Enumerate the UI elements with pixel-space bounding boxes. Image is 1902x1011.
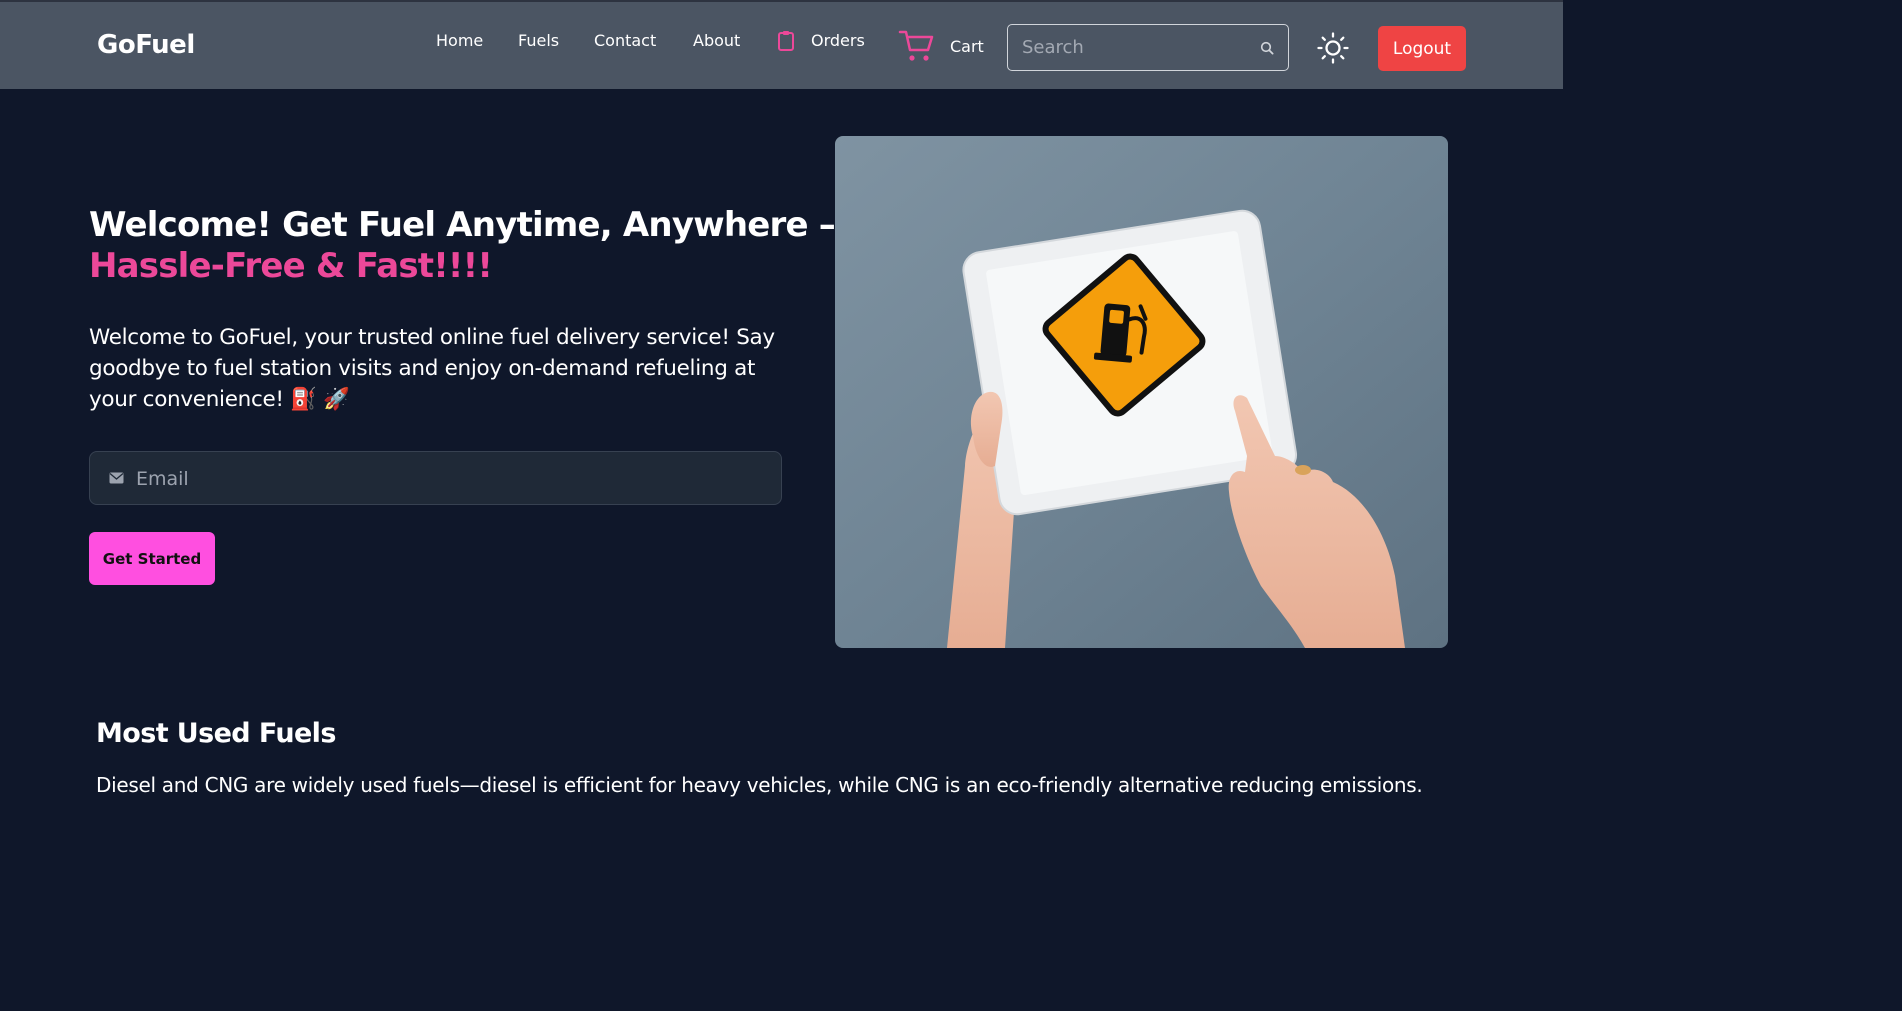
email-field-container (89, 451, 782, 505)
email-input[interactable] (134, 464, 754, 494)
hero-title-highlight: Hassle-Free & Fast!!!! (89, 246, 493, 286)
navbar: GoFuel Home Fuels Contact About Orders C… (0, 0, 1563, 89)
hero-image (835, 136, 1448, 648)
envelope-icon (109, 472, 124, 484)
search-input[interactable] (1020, 33, 1250, 61)
tablet-fuel-sign-illustration (835, 136, 1448, 648)
nav-link-home[interactable]: Home (436, 31, 483, 50)
nav-link-orders[interactable]: Orders (811, 31, 865, 50)
clipboard-icon[interactable] (777, 30, 795, 52)
get-started-button[interactable]: Get Started (89, 532, 215, 585)
cart-link[interactable]: Cart (950, 37, 984, 56)
nav-link-contact[interactable]: Contact (594, 31, 656, 50)
hero-title-line1: Welcome! Get Fuel Anytime, Anywhere – (89, 205, 836, 245)
logout-button[interactable]: Logout (1378, 26, 1466, 71)
nav-link-about[interactable]: About (693, 31, 740, 50)
sun-icon[interactable] (1317, 32, 1349, 64)
hero-description: Welcome to GoFuel, your trusted online f… (89, 325, 775, 412)
brand-logo[interactable]: GoFuel (97, 30, 195, 60)
section-description: Diesel and CNG are widely used fuels—die… (96, 773, 1423, 797)
hero-title: Welcome! Get Fuel Anytime, Anywhere – Ha… (89, 205, 836, 287)
search-box (1007, 24, 1289, 71)
section-title: Most Used Fuels (96, 718, 336, 749)
nav-link-fuels[interactable]: Fuels (518, 31, 559, 50)
search-icon[interactable] (1260, 41, 1274, 55)
cart-icon[interactable] (898, 28, 936, 64)
